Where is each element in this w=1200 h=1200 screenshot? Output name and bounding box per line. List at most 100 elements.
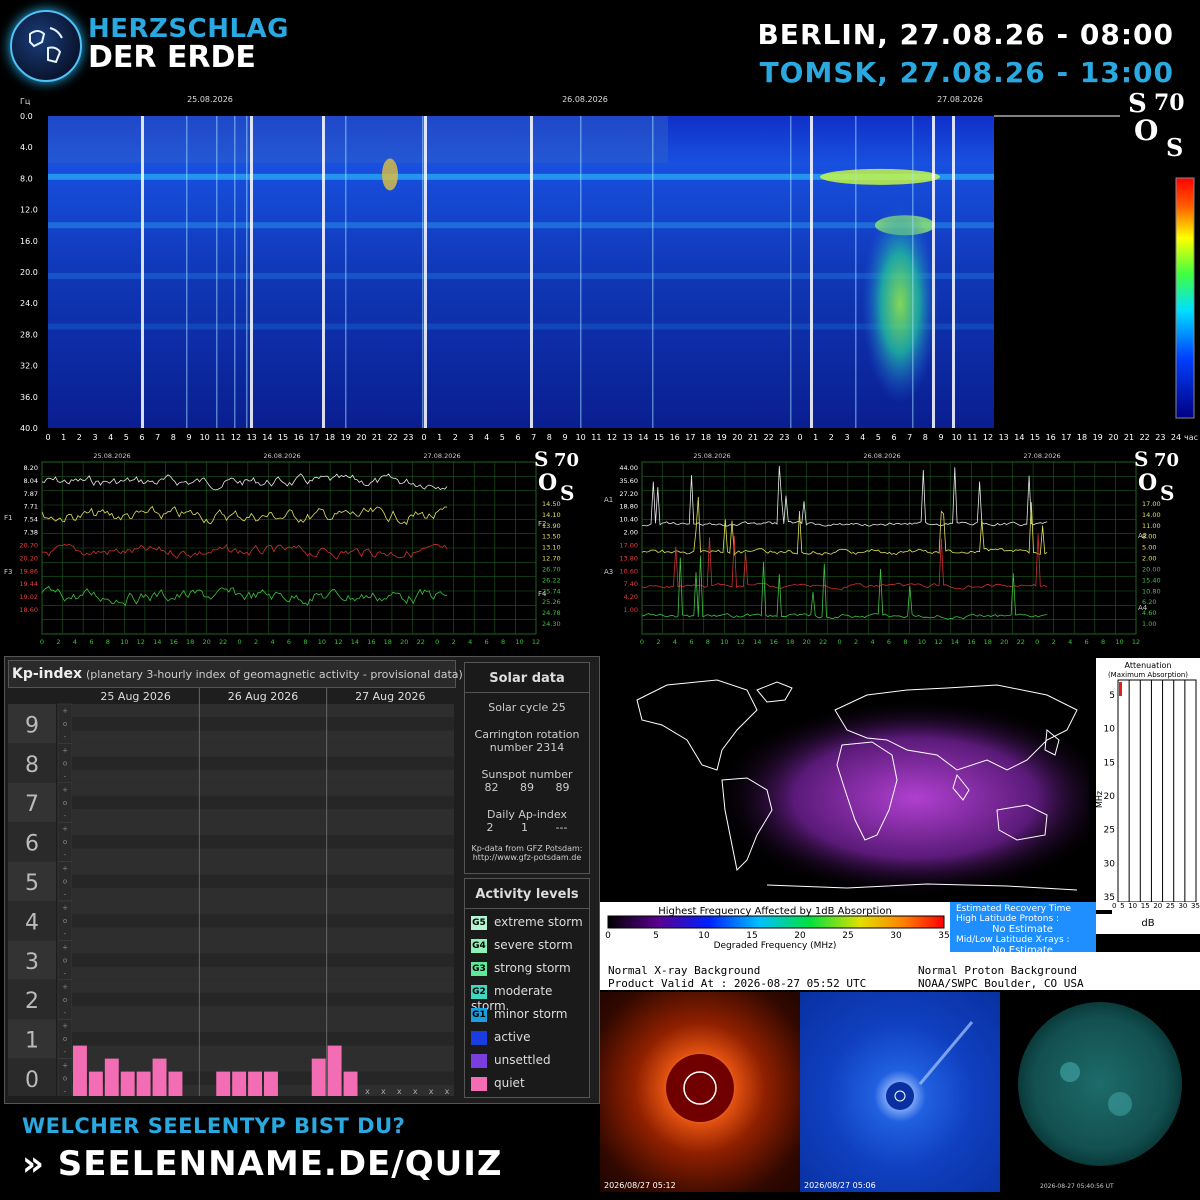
spectro-x-tick: 6 — [139, 433, 144, 442]
legend-title: Highest Frequency Affected by 1dB Absorp… — [658, 906, 892, 917]
spectro-interference-line — [580, 116, 582, 428]
line-x-tick: 2 — [854, 638, 858, 646]
series-label: A4 — [1138, 604, 1148, 612]
gfz-url[interactable]: http://www.gfz-potsdam.de — [465, 853, 589, 862]
spectro-x-tick: 20 — [356, 433, 366, 442]
line-x-tick: 22 — [219, 638, 227, 646]
line-x-tick: 2 — [656, 638, 660, 646]
spectro-unit-label: Гц — [20, 97, 31, 106]
spectro-y-tick: 28.0 — [20, 330, 38, 339]
spectro-x-tick: 10 — [576, 433, 586, 442]
spectrogram-colorbar — [1175, 177, 1195, 419]
legend-tick: 20 — [794, 931, 806, 941]
kp-subtitle: (planetary 3-hourly index of geomagnetic… — [86, 668, 463, 681]
atten-subtitle: (Maximum Absorption) — [1108, 671, 1188, 679]
line-x-tick: 4 — [1068, 638, 1072, 646]
svg-text:o: o — [63, 838, 67, 846]
spectro-x-tick: 16 — [670, 433, 680, 442]
activity-color-swatch: G2 — [471, 984, 487, 999]
spectro-x-tick: 15 — [1030, 433, 1040, 442]
line-x-tick: 0 — [640, 638, 644, 646]
activity-level-item: quiet — [471, 1076, 589, 1099]
line-x-tick: 14 — [153, 638, 161, 646]
spectro-x-tick: 22 — [764, 433, 774, 442]
kp-bar — [88, 1071, 103, 1098]
kp-level-label: 9 — [25, 713, 39, 738]
spectro-x-tick: 7 — [531, 433, 536, 442]
line-right-tick: 13.50 — [542, 533, 561, 541]
svg-text:O: O — [538, 470, 557, 496]
line-x-tick: 18 — [984, 638, 992, 646]
spectro-y-tick: 4.0 — [20, 143, 33, 152]
series-label: A2 — [1138, 532, 1147, 540]
svg-text:+: + — [62, 746, 68, 754]
activity-color-swatch — [471, 1076, 487, 1091]
spectro-y-tick: 8.0 — [20, 174, 33, 183]
activity-level-item: G3 strong storm — [471, 961, 589, 984]
spectro-x-tick: 23 — [403, 433, 413, 442]
line-right-tick: 5.00 — [1142, 544, 1156, 552]
atten-xlabel: dB — [1096, 914, 1200, 934]
spectro-x-tick: 21 — [372, 433, 382, 442]
quiz-link[interactable]: » SEELENNAME.DE/QUIZ — [22, 1144, 503, 1184]
spectro-x-tick: 23 — [779, 433, 789, 442]
activity-label: unsettled — [494, 1053, 551, 1067]
spectro-interference-line — [912, 116, 914, 428]
activity-level-item: active — [471, 1030, 589, 1053]
svg-text:+: + — [62, 1062, 68, 1070]
legend-xlabel: Degraded Frequency (MHz) — [714, 941, 837, 951]
svg-text:70: 70 — [554, 450, 579, 471]
spectro-interference-line — [790, 116, 792, 428]
spectro-x-tick: 14 — [1014, 433, 1024, 442]
line-x-tick: 6 — [485, 638, 489, 646]
kp-level-label: 5 — [25, 871, 39, 896]
line-left-tick: 2.00 — [624, 529, 638, 537]
spectro-x-tick: 1 — [437, 433, 442, 442]
svg-text:+: + — [62, 904, 68, 912]
spectro-x-tick: 11 — [215, 433, 225, 442]
spectro-x-tick: 0 — [421, 433, 426, 442]
line-x-tick: 20 — [203, 638, 211, 646]
kp-bar — [232, 1071, 247, 1098]
line-x-tick: 2 — [1052, 638, 1056, 646]
line-x-tick: 4 — [468, 638, 472, 646]
spectro-x-tick: 8 — [171, 433, 176, 442]
spectro-x-tick: 3 — [468, 433, 473, 442]
spectro-interference-line — [345, 116, 347, 428]
line-right-tick: 24.78 — [542, 609, 561, 617]
line-left-tick: 10.40 — [619, 516, 638, 524]
svg-text:70: 70 — [1154, 450, 1179, 471]
line-x-tick: 8 — [706, 638, 710, 646]
activity-color-swatch: G4 — [471, 938, 487, 953]
kp-bar — [311, 1058, 326, 1098]
spectro-y-tick: 20.0 — [20, 268, 38, 277]
spectro-y-tick: 12.0 — [20, 206, 38, 215]
kp-level-label: 4 — [25, 910, 39, 935]
spectro-x-tick: 7 — [907, 433, 912, 442]
line-date-label: 27.08.2026 — [423, 452, 460, 460]
line-x-tick: 10 — [720, 638, 728, 646]
xray-status-strip: Normal X-ray Background Product Valid At… — [600, 952, 1200, 990]
legend-tick: 25 — [842, 931, 853, 941]
svg-text:o: o — [63, 759, 67, 767]
line-left-tick: 7.38 — [24, 529, 38, 537]
spectro-y-tick: 24.0 — [20, 299, 38, 308]
line-left-tick: 19.02 — [19, 593, 38, 601]
line-right-tick: 15.40 — [1142, 576, 1161, 584]
spectro-x-tick: 14 — [262, 433, 272, 442]
lasco-c3-image: 2026/08/27 05:06 — [800, 992, 1000, 1192]
series-label: F4 — [538, 590, 547, 598]
legend-tick: 15 — [746, 931, 757, 941]
spectro-x-tick: 16 — [294, 433, 304, 442]
activity-label: severe storm — [494, 938, 573, 952]
spectro-x-tick: 21 — [1124, 433, 1134, 442]
high-lat-value: No Estimate — [992, 924, 1053, 935]
spectro-date-label: 25.08.2026 — [187, 95, 233, 104]
line-left-tick: 17.00 — [619, 541, 638, 549]
spectro-x-tick: 9 — [186, 433, 191, 442]
quiz-question: WELCHER SEELENTYP BIST DU? — [22, 1114, 406, 1138]
globe-logo-icon — [10, 10, 82, 82]
spectro-x-tick: 2 — [77, 433, 82, 442]
spectro-x-tick: 22 — [388, 433, 398, 442]
line-right-tick: 1.00 — [1142, 620, 1156, 628]
